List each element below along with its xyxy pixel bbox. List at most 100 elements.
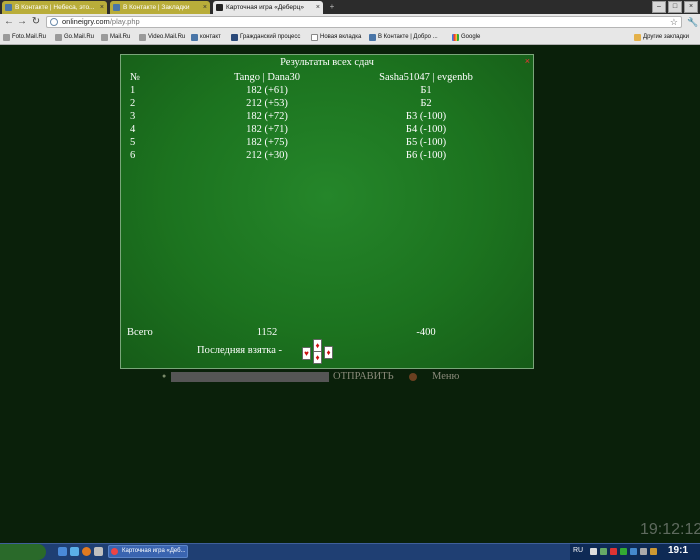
tray-icon[interactable] — [620, 548, 627, 555]
bookmark-foto-mail[interactable]: Foto.Mail.Ru — [2, 32, 46, 43]
folder-icon — [634, 34, 641, 41]
playing-card: ♥ — [302, 347, 311, 360]
vk-icon — [191, 34, 198, 41]
chat-input[interactable] — [171, 372, 329, 382]
mailru-icon — [55, 34, 62, 41]
total-team-b: -400 — [416, 327, 436, 338]
tab-strip: В Контакте | Небеса, это... × В Контакте… — [0, 0, 700, 14]
menu-link[interactable]: Меню — [432, 371, 459, 383]
back-button[interactable]: ← — [3, 16, 15, 28]
mailru-icon — [3, 34, 10, 41]
vk-icon — [369, 34, 376, 41]
chat-bar: ● ОТПРАВИТЬ Меню — [158, 371, 478, 383]
quicklaunch-icon[interactable] — [94, 547, 103, 556]
playing-card: ♦ — [313, 351, 322, 364]
table-row: 3 182 (+72) Б3 (-100) — [121, 111, 533, 124]
deal-number: 2 — [130, 98, 136, 109]
tray-icon[interactable] — [650, 548, 657, 555]
team-a-score: 212 (+53) — [246, 98, 288, 109]
tray-icon[interactable] — [640, 548, 647, 555]
deal-number: 3 — [130, 111, 136, 122]
page-icon — [311, 34, 318, 41]
bookmark-civil-process[interactable]: Гражданский процесс — [230, 32, 300, 43]
close-icon[interactable]: × — [203, 1, 207, 14]
new-tab-button[interactable]: + — [327, 2, 337, 12]
deal-number: 5 — [130, 137, 136, 148]
bullet-icon: ● — [162, 373, 167, 380]
forward-button[interactable]: → — [16, 16, 28, 28]
close-icon[interactable]: × — [100, 1, 104, 14]
tray-icon[interactable] — [590, 548, 597, 555]
playing-card: ♦ — [324, 346, 333, 359]
table-row: 2 212 (+53) Б2 — [121, 98, 533, 111]
google-icon — [452, 34, 459, 41]
vk-icon — [113, 4, 120, 11]
windows-taskbar: Карточная игра «Деб... RU 19:1 — [0, 543, 700, 560]
firefox-icon[interactable] — [82, 547, 91, 556]
total-team-a: 1152 — [256, 327, 278, 338]
start-button[interactable] — [0, 544, 46, 560]
bookmark-new-tab[interactable]: Новая вкладка — [310, 32, 361, 43]
bookmark-google[interactable]: Google — [451, 32, 480, 43]
table-row: 6 212 (+30) Б6 (-100) — [121, 150, 533, 163]
close-icon[interactable]: × — [525, 56, 530, 66]
browser-toolbar: ← → ↻ onlineigry.com/play.php ☆ 🔧 — [0, 14, 700, 31]
last-trick-label: Последняя взятка - — [197, 345, 283, 356]
column-header-team-a: Tango | Dana30 — [233, 72, 301, 83]
send-button[interactable]: ОТПРАВИТЬ — [333, 371, 394, 383]
bookmark-star-icon[interactable]: ☆ — [670, 17, 678, 27]
team-a-score: 182 (+72) — [246, 111, 288, 122]
total-label: Всего — [127, 327, 153, 338]
bookmark-kontakt[interactable]: контакт — [190, 32, 221, 43]
close-icon[interactable]: × — [316, 1, 320, 14]
tab-vk-bookmarks[interactable]: В Контакте | Закладки × — [110, 1, 210, 14]
bookmark-video-mail[interactable]: Video.Mail.Ru — [138, 32, 185, 43]
team-b-score: Б5 (-100) — [405, 137, 447, 148]
team-a-score: 182 (+61) — [246, 85, 288, 96]
bookmark-go-mail[interactable]: Go.Mail.Ru — [54, 32, 94, 43]
desktop-icon[interactable] — [58, 547, 67, 556]
team-a-score: 182 (+71) — [246, 124, 288, 135]
tray-icon[interactable] — [600, 548, 607, 555]
minimize-button[interactable]: – — [652, 1, 666, 13]
deal-number: 4 — [130, 124, 136, 135]
globe-icon — [50, 18, 58, 26]
panel-title: Результаты всех сдач — [280, 57, 374, 68]
team-b-score: Б6 (-100) — [405, 150, 447, 161]
team-b-score: Б2 — [420, 98, 432, 109]
team-b-score: Б1 — [420, 85, 432, 96]
results-panel: Результаты всех сдач × № Tango | Dana30 … — [120, 54, 534, 369]
column-header-team-b: Sasha51047 | evgenbb — [379, 72, 473, 83]
ie-icon[interactable] — [70, 547, 79, 556]
menu-icon[interactable] — [409, 373, 417, 381]
bookmark-mail[interactable]: Mail.Ru — [100, 32, 130, 43]
mailru-icon — [101, 34, 108, 41]
taskbar-clock[interactable]: 19:1 — [668, 545, 688, 556]
maximize-button[interactable]: □ — [668, 1, 682, 13]
overlay-clock: 19:12:12 — [640, 521, 700, 538]
tray-icon[interactable] — [610, 548, 617, 555]
mailru-icon — [139, 34, 146, 41]
address-bar[interactable]: onlineigry.com/play.php ☆ — [46, 16, 682, 28]
wrench-icon[interactable]: 🔧 — [687, 17, 698, 27]
table-row: 4 182 (+71) Б4 (-100) — [121, 124, 533, 137]
tab-label: Карточная игра «Деберц» — [226, 4, 304, 11]
column-header-number: № — [130, 72, 141, 83]
deal-number: 6 — [130, 150, 136, 161]
tray-icon[interactable] — [630, 548, 637, 555]
close-window-button[interactable]: × — [684, 1, 698, 13]
language-indicator[interactable]: RU — [573, 547, 583, 554]
tab-deberts-game[interactable]: Карточная игра «Деберц» × — [213, 1, 323, 14]
taskbar-item-chrome[interactable]: Карточная игра «Деб... — [108, 545, 188, 558]
bookmark-vk-dobro[interactable]: В Контакте | Добро ... — [368, 32, 438, 43]
bookmark-other[interactable]: Другие закладки — [633, 32, 689, 43]
team-a-score: 182 (+75) — [246, 137, 288, 148]
team-b-score: Б3 (-100) — [405, 111, 447, 122]
game-page: Результаты всех сдач × № Tango | Dana30 … — [0, 45, 700, 543]
game-icon — [216, 4, 223, 11]
last-trick-cards: ♥ ♦ ♦ ♦ — [302, 339, 334, 364]
tab-vk-nebesa[interactable]: В Контакте | Небеса, это... × — [2, 1, 107, 14]
tab-label: В Контакте | Закладки — [123, 4, 190, 11]
window-controls: – □ × — [652, 1, 698, 13]
reload-button[interactable]: ↻ — [30, 16, 42, 28]
